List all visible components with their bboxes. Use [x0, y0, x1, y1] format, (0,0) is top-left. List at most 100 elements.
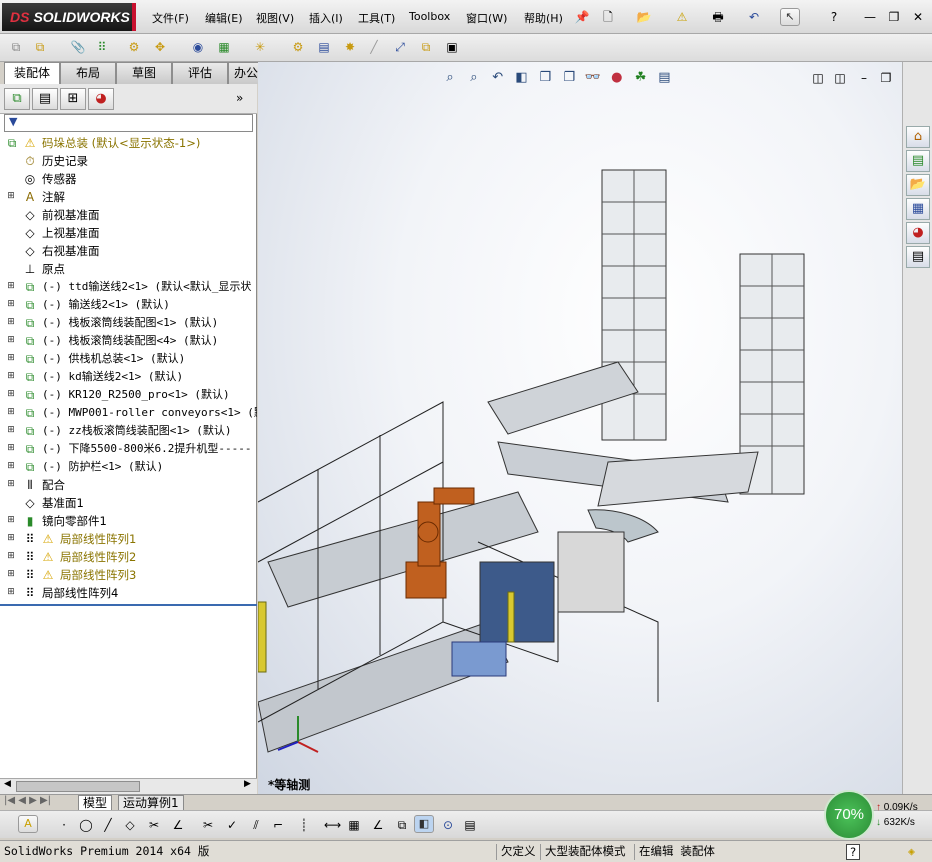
hide-show-items-icon[interactable]: 👓 [583, 68, 603, 88]
tree-root[interactable]: ⧉ ⚠ 码垛总装 (默认<显示状态-1>) [0, 134, 257, 152]
file-explorer-icon[interactable]: 📂 [906, 174, 930, 196]
tab-model[interactable]: 模型 [78, 795, 113, 811]
filter-icon[interactable]: ▼ [9, 115, 17, 128]
speedpak-icon[interactable]: ⧉ [418, 39, 434, 55]
tree-item[interactable]: ⊞ ⠿ 局部线性阵列4 [0, 584, 257, 602]
mate-icon[interactable]: 📎 [70, 39, 86, 55]
grid-icon[interactable]: ▦ [346, 817, 362, 833]
viewport-restore-icon[interactable]: ❐ [878, 70, 894, 86]
exploded-view-icon[interactable]: ✸ [342, 39, 358, 55]
angle-icon[interactable]: ∠ [170, 817, 186, 833]
display-manager-tab-icon[interactable]: ◕ [88, 88, 114, 110]
expand-icon[interactable]: ⊞ [6, 588, 16, 598]
undo-icon[interactable]: ↶ [746, 9, 762, 25]
snapshot-icon[interactable]: ▣ [444, 39, 460, 55]
menu-edit[interactable]: 编辑(E) [205, 10, 243, 26]
panel-expand-icon[interactable]: » [236, 91, 243, 105]
rebuild-warning-icon[interactable]: ⚠ [674, 9, 690, 25]
assembly-features-icon[interactable]: ▦ [216, 39, 232, 55]
bill-of-materials-icon[interactable]: ▤ [316, 39, 332, 55]
cube-view-icon[interactable]: ◧ [414, 815, 434, 833]
menu-help[interactable]: 帮助(H) [524, 10, 563, 26]
network-usage-meter[interactable]: 70% [824, 790, 874, 840]
expand-icon[interactable]: ⊞ [6, 318, 16, 328]
tree-item[interactable]: ⊞ ⠿ ⚠ 局部线性阵列2 [0, 548, 257, 566]
expand-icon[interactable]: ⊞ [6, 408, 16, 418]
tree-item[interactable]: ⊞ ⠿ ⚠ 局部线性阵列3 [0, 566, 257, 584]
solidworks-resources-icon[interactable]: ⌂ [906, 126, 930, 148]
tree-filter[interactable]: ▼ [4, 114, 253, 132]
menu-window[interactable]: 窗口(W) [466, 10, 507, 26]
reference-geometry-icon[interactable]: ✳ [252, 39, 268, 55]
tab-sketch[interactable]: 草图 [116, 62, 172, 84]
smart-fasteners-icon[interactable]: ⚙ [126, 39, 142, 55]
tag-icon[interactable]: ◈ [908, 844, 915, 860]
expand-icon[interactable]: ⊞ [6, 534, 16, 544]
tree-item[interactable]: ⊞ ⧉ (-) 栈板滚筒线装配图<4> (默认) [0, 332, 257, 350]
tab-scroll-icon[interactable]: |◀ ◀ ▶ ▶| [4, 795, 51, 806]
zoom-to-fit-icon[interactable]: ⌕ [440, 68, 460, 88]
tree-item[interactable]: ⏱ 历史记录 [0, 152, 257, 170]
menu-file[interactable]: 文件(F) [152, 10, 189, 26]
edit-appearance-icon[interactable]: ● [607, 68, 627, 88]
tree-item[interactable]: ⊞ ⧉ (-) 栈板滚筒线装配图<1> (默认) [0, 314, 257, 332]
pin-icon[interactable]: 📌 [574, 9, 590, 25]
view-settings-icon[interactable]: ▤ [654, 68, 674, 88]
tree-item[interactable]: ◎ 传感器 [0, 170, 257, 188]
tree-item[interactable]: ◇ 右视基准面 [0, 242, 257, 260]
expand-icon[interactable]: ⊞ [6, 192, 16, 202]
tree-item[interactable]: ⊥ 原点 [0, 260, 257, 278]
feature-manager-tab-icon[interactable]: ⧉ [4, 88, 30, 110]
trim-icon[interactable]: ✂ [146, 817, 162, 833]
tree-item[interactable]: ⊞ ⧉ (-) KR120_R2500_pro<1> (默认) [0, 386, 257, 404]
tree-item[interactable]: ◇ 前视基准面 [0, 206, 257, 224]
table-icon[interactable]: ▤ [462, 817, 478, 833]
copy-icon[interactable]: ⧉ [394, 817, 410, 833]
annotation-tool-icon[interactable]: A [18, 815, 38, 833]
expand-icon[interactable]: ⊞ [6, 354, 16, 364]
check-icon[interactable]: ✓ [224, 817, 240, 833]
corner-icon[interactable]: ⌐ [270, 817, 286, 833]
camera-icon[interactable]: ⊙ [440, 817, 456, 833]
tree-item[interactable]: ⊞ ⠿ ⚠ 局部线性阵列1 [0, 530, 257, 548]
dash-line-icon[interactable]: ┊ [296, 817, 312, 833]
instant3d-icon[interactable]: ⤢ [392, 39, 408, 55]
line-icon[interactable]: ╱ [100, 817, 116, 833]
design-library-icon[interactable]: ▤ [906, 150, 930, 172]
property-manager-tab-icon[interactable]: ▤ [32, 88, 58, 110]
viewport-minimize-icon[interactable]: – [856, 70, 872, 86]
tree-item[interactable]: ⊞ A 注解 [0, 188, 257, 206]
cut-icon[interactable]: ✂ [200, 817, 216, 833]
tab-layout[interactable]: 布局 [60, 62, 116, 84]
new-document-icon[interactable]: 🗋 [600, 9, 616, 25]
graphics-area[interactable] [258, 62, 902, 794]
custom-properties-icon[interactable]: ▤ [906, 246, 930, 268]
menu-view[interactable]: 视图(V) [256, 10, 294, 26]
section-view-icon[interactable]: ◧ [511, 68, 531, 88]
menu-tools[interactable]: 工具(T) [358, 10, 395, 26]
expand-icon[interactable]: ⊞ [6, 372, 16, 382]
solidworks-logo[interactable]: DS SOLIDWORKS [2, 3, 136, 31]
expand-icon[interactable]: ⊞ [6, 282, 16, 292]
tree-item[interactable]: ⊞ ⧉ (-) kd输送线2<1> (默认) [0, 368, 257, 386]
restore-icon[interactable]: ❐ [886, 9, 902, 25]
tree-item[interactable]: ⊞ ⧉ (-) MWP001-roller conveyors<1> (默认 [0, 404, 257, 422]
polygon-icon[interactable]: ◇ [122, 817, 138, 833]
expand-icon[interactable]: ⊞ [6, 462, 16, 472]
tree-item[interactable]: ⊞ ⧉ (-) 供栈机总装<1> (默认) [0, 350, 257, 368]
previous-view-icon[interactable]: ↶ [488, 68, 508, 88]
circle-icon[interactable]: ◯ [78, 817, 94, 833]
expand-icon[interactable]: ⊞ [6, 444, 16, 454]
apply-scene-icon[interactable]: ☘ [631, 68, 651, 88]
insert-component-icon[interactable]: ⧉ [32, 39, 48, 55]
expand-icon[interactable]: ⊞ [6, 336, 16, 346]
move-component-icon[interactable]: ✥ [152, 39, 168, 55]
tree-item[interactable]: ⊞ ⧉ (-) 输送线2<1> (默认) [0, 296, 257, 314]
minimize-icon[interactable]: — [862, 9, 878, 25]
select-icon[interactable]: ↖ [780, 8, 800, 26]
menu-insert[interactable]: 插入(I) [309, 10, 343, 26]
display-style-icon[interactable]: ❐ [559, 68, 579, 88]
scroll-thumb[interactable] [16, 781, 140, 792]
tree-item[interactable]: ⊞ ⧉ (-) ttd输送线2<1> (默认<默认_显示状 [0, 278, 257, 296]
tree-item[interactable]: ⊞ ⧉ (-) zz栈板滚筒线装配图<1> (默认) [0, 422, 257, 440]
